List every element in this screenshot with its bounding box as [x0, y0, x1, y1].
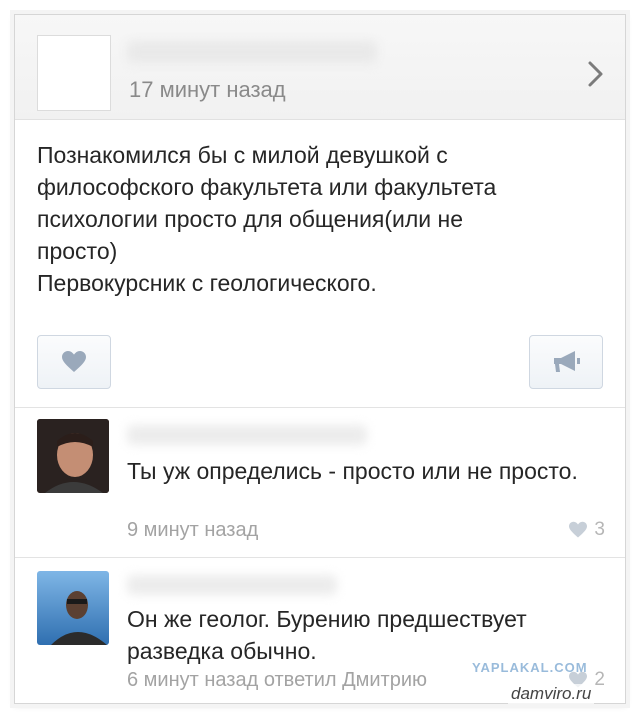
comment-avatar[interactable] [37, 571, 109, 645]
comment-author-redacted [127, 575, 337, 595]
divider [15, 557, 625, 558]
post-header: 17 минут назад [15, 15, 625, 120]
comment-timestamp: 9 минут назад [127, 519, 259, 541]
post-timestamp: 17 минут назад [129, 77, 286, 102]
comment-like-count[interactable]: 3 [568, 519, 605, 541]
divider [15, 407, 625, 408]
chevron-right-icon[interactable] [587, 59, 605, 94]
like-count: 2 [594, 669, 605, 690]
heart-icon [62, 351, 86, 372]
watermark-damviro: damviro.ru [508, 684, 595, 704]
like-count: 3 [594, 519, 605, 540]
like-button[interactable] [37, 335, 111, 389]
comment-author-redacted [127, 425, 367, 445]
author-avatar[interactable] [37, 35, 111, 111]
watermark-yaplakal: YAPLAKAL.COM [472, 660, 588, 675]
author-name-redacted [127, 41, 377, 63]
comment-text: Ты уж определись - просто или не просто. [127, 458, 578, 484]
post-text: Познакомился бы с милой девушкой с филос… [37, 142, 497, 296]
megaphone-icon [554, 351, 580, 372]
post-card: 17 минут назад Познакомился бы с милой д… [14, 14, 626, 704]
heart-icon [569, 521, 588, 538]
comment-text: Он же геолог. Бурению предшествует разве… [127, 606, 527, 664]
share-button[interactable] [529, 335, 603, 389]
comment-avatar[interactable] [37, 419, 109, 493]
comment-timestamp: 6 минут назад ответил Дмитрию [127, 669, 428, 691]
